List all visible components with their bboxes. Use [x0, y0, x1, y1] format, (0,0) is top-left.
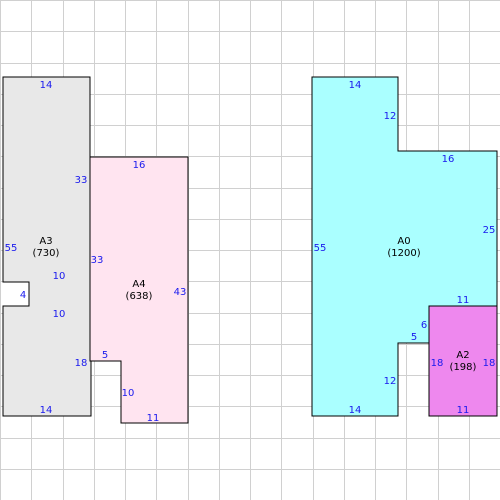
- dimension-label: 10: [122, 388, 135, 399]
- dimension-label: 16: [133, 160, 146, 171]
- dimension-label: 11: [457, 405, 470, 416]
- dimension-label: 18: [431, 358, 444, 369]
- dimension-label: 25: [483, 225, 496, 236]
- dimension-label: 5: [102, 350, 108, 361]
- dimension-label: 14: [40, 80, 53, 91]
- dimension-label: 12: [384, 111, 397, 122]
- shape-a3-name: A3: [39, 236, 52, 247]
- dimension-label: 33: [91, 255, 104, 266]
- dimension-label: 11: [147, 413, 160, 424]
- dimension-label: 6: [421, 320, 427, 331]
- dimension-label: 18: [483, 358, 496, 369]
- dimension-label: 18: [75, 358, 88, 369]
- dimension-label: 43: [174, 287, 187, 298]
- shape-a4-area: (638): [126, 291, 153, 302]
- shape-a2-name: A2: [456, 350, 469, 361]
- dimension-label: 16: [442, 154, 455, 165]
- shape-a3-area: (730): [33, 248, 60, 259]
- dimension-label: 11: [457, 295, 470, 306]
- shape-a4-name: A4: [132, 279, 145, 290]
- shape-a0-name: A0: [397, 236, 410, 247]
- dimension-label: 10: [53, 271, 66, 282]
- dimension-label: 55: [5, 243, 18, 254]
- dimension-label: 5: [411, 332, 417, 343]
- dimension-label: 10: [53, 309, 66, 320]
- dimension-label: 12: [384, 376, 397, 387]
- dimension-label: 55: [314, 243, 327, 254]
- dimension-label: 14: [40, 405, 53, 416]
- dimension-label: 33: [75, 175, 88, 186]
- dimension-label: 14: [349, 405, 362, 416]
- dimension-label: 4: [20, 290, 26, 301]
- floor-plan-canvas: A3 (730) 14 33 10 4 10 18 14 55 A4 (638)…: [0, 0, 500, 500]
- dimension-label: 14: [349, 80, 362, 91]
- shape-a0-area: (1200): [387, 248, 420, 259]
- shape-a2-area: (198): [450, 362, 477, 373]
